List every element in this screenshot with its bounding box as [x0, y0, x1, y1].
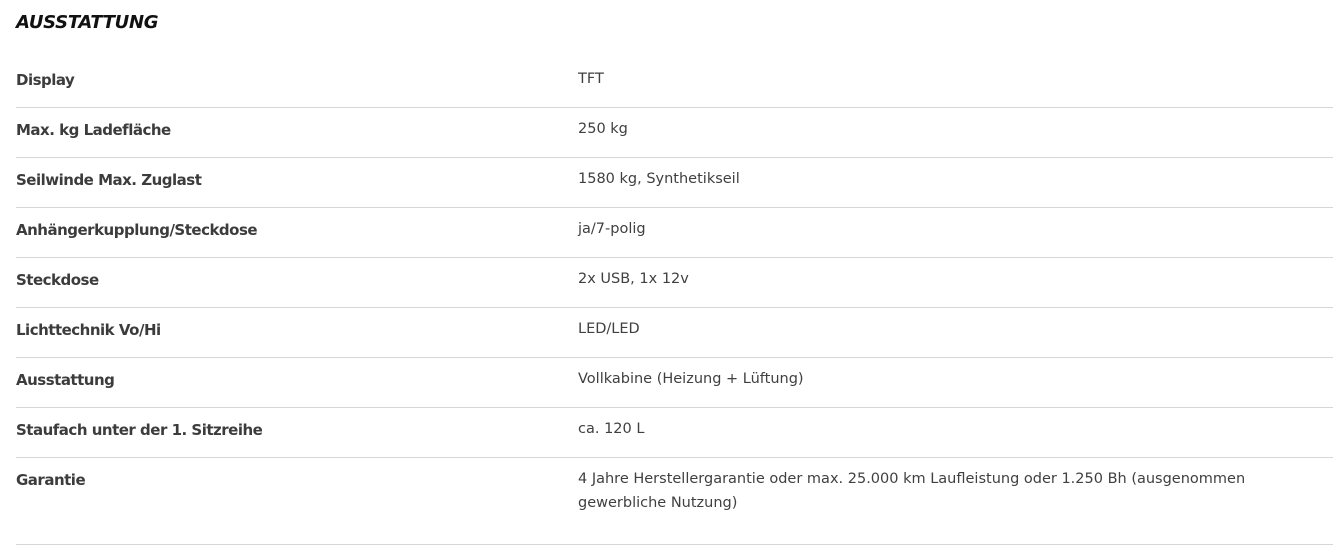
table-row: Steckdose 2x USB, 1x 12v	[16, 258, 1333, 308]
row-value: 2x USB, 1x 12v	[578, 271, 689, 287]
table-row: Staufach unter der 1. Sitzreihe ca. 120 …	[16, 408, 1333, 458]
row-label: Display	[16, 71, 75, 89]
row-label: Lichttechnik Vo/Hi	[16, 321, 161, 339]
row-value: 250 kg	[578, 121, 628, 137]
table-row: Garantie 4 Jahre Herstellergarantie oder…	[16, 458, 1333, 545]
row-value: ja/7-polig	[578, 221, 646, 237]
row-label: Ausstattung	[16, 371, 115, 389]
row-value: Vollkabine (Heizung + Lüftung)	[578, 371, 804, 387]
table-row: Seilwinde Max. Zuglast 1580 kg, Syntheti…	[16, 158, 1333, 208]
row-label: Anhängerkupplung/Steckdose	[16, 221, 258, 239]
table-row: Anhängerkupplung/Steckdose ja/7-polig	[16, 208, 1333, 258]
table-row: Display TFT	[16, 58, 1333, 108]
table-row: Lichttechnik Vo/Hi LED/LED	[16, 308, 1333, 358]
spec-table: Display TFT Max. kg Ladefläche 250 kg Se…	[16, 58, 1333, 545]
row-value: TFT	[578, 71, 604, 87]
table-row: Ausstattung Vollkabine (Heizung + Lüftun…	[16, 358, 1333, 408]
table-row: Max. kg Ladefläche 250 kg	[16, 108, 1333, 158]
row-label: Seilwinde Max. Zuglast	[16, 171, 202, 189]
row-value: 1580 kg, Synthetikseil	[578, 171, 740, 187]
row-label: Garantie	[16, 471, 86, 489]
row-value: ca. 120 L	[578, 421, 645, 437]
row-label: Steckdose	[16, 271, 99, 289]
row-value: LED/LED	[578, 321, 640, 337]
equipment-section: AUSSTATTUNG Display TFT Max. kg Ladefläc…	[0, 0, 1333, 555]
row-label: Max. kg Ladefläche	[16, 121, 171, 139]
section-title: AUSSTATTUNG	[16, 12, 159, 33]
row-value: 4 Jahre Herstellergarantie oder max. 25.…	[578, 471, 1246, 511]
row-label: Staufach unter der 1. Sitzreihe	[16, 421, 263, 439]
